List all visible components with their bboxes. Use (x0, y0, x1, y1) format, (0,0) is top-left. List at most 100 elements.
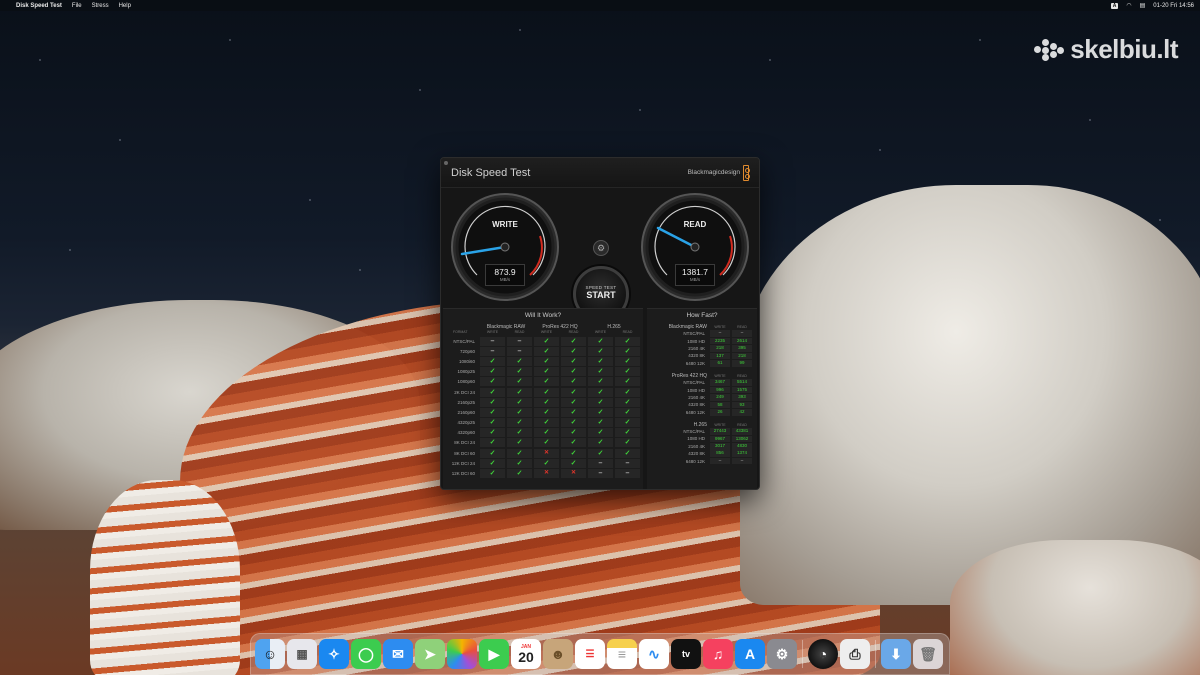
input-source-icon[interactable]: A (1110, 2, 1119, 9)
calendar-day: 20 (518, 649, 534, 665)
finder-icon[interactable]: ☺ (255, 639, 285, 669)
calendar-icon[interactable]: JAN 20 (511, 639, 541, 669)
how-fast-row: 2160 4K 249 393 (647, 394, 757, 401)
read-fps: 5514 (732, 379, 752, 386)
tv-icon[interactable]: tv (671, 639, 701, 669)
how-fast-row: NTSC/PAL 27443 43381 (647, 428, 757, 435)
wifi-icon[interactable]: ◠ (1126, 2, 1131, 9)
subheader-read: READ (622, 330, 633, 334)
read-fps: 13062 (732, 435, 752, 443)
read-fps: 2614 (732, 337, 752, 345)
mail-icon[interactable]: ✉ (383, 639, 413, 669)
check-icon: ✓ (615, 387, 640, 397)
system-settings-icon[interactable]: ⚙ (767, 639, 797, 669)
disk-speed-test-icon[interactable]: ◔ (808, 639, 838, 669)
subheader-write: WRITE (540, 330, 553, 334)
preview-icon[interactable]: ⎙ (840, 639, 870, 669)
how-fast-row: 1080 HD 9967 13062 (647, 435, 757, 443)
check-icon: ✓ (561, 336, 586, 346)
photos-icon[interactable] (447, 639, 477, 669)
will-it-work-row: 1080p60 ✓ ✓ ✓ ✓ ✓ ✓ (443, 377, 643, 387)
check-icon: ✓ (480, 407, 505, 417)
read-fps: 218 (732, 352, 752, 360)
app-store-icon[interactable]: A (735, 639, 765, 669)
how-fast-panel: How Fast? Blackmagic RAW WRITE READ NTSC/PA… (647, 308, 757, 489)
how-fast-row: 4320 8K 137 218 (647, 352, 757, 360)
menu-stress[interactable]: Stress (92, 3, 109, 9)
window-control[interactable] (444, 161, 448, 165)
will-it-work-row: 8K DCI 60 ✓ ✓ ✕ ✓ ✓ ✓ (443, 448, 643, 458)
check-icon: ✓ (615, 448, 640, 458)
rock-hoodoo (90, 480, 240, 675)
menu-bar: Disk Speed Test File Stress Help A ◠ ▤ 0… (0, 0, 1200, 11)
gauges-area: WRITE 873.9 MB/s ⚙ SPEED TEST START READ (441, 188, 759, 322)
check-icon: ✓ (561, 418, 586, 428)
menu-file[interactable]: File (72, 3, 82, 9)
subheader-write: WRITE (594, 330, 607, 334)
column-write: WRITE (714, 373, 726, 378)
check-icon: ✓ (507, 367, 532, 377)
dash-cell: – (615, 469, 640, 479)
write-fps: 3467 (710, 379, 730, 386)
read-fps: 393 (732, 394, 752, 401)
freeform-icon[interactable]: ∿ (639, 639, 669, 669)
trash-icon[interactable]: 🗑 (913, 639, 943, 669)
start-button-line2: START (586, 290, 616, 300)
how-fast-row: 2160 4K 3017 4830 (647, 443, 757, 450)
read-fps: 395 (732, 345, 752, 352)
how-fast-row: 4320 8K 856 1374 (647, 450, 757, 458)
disk-speed-test-window: Disk Speed Test Blackmagicdesign WRITE 8… (440, 157, 760, 490)
check-icon: ✓ (561, 367, 586, 377)
how-fast-group-header: Blackmagic RAW WRITE READ (647, 324, 757, 330)
dash-cell: – (480, 346, 505, 356)
check-icon: ✓ (588, 407, 613, 417)
downloads-icon[interactable]: ⬇ (881, 639, 911, 669)
check-icon: ✓ (588, 377, 613, 387)
read-fps: 4830 (732, 443, 752, 450)
safari-icon[interactable]: ✧ (319, 639, 349, 669)
contacts-icon[interactable]: ☻ (543, 639, 573, 669)
check-icon: ✓ (480, 377, 505, 387)
control-center-icon[interactable]: ▤ (1140, 2, 1146, 9)
subheader-read: READ (514, 330, 525, 334)
check-icon: ✓ (588, 418, 613, 428)
write-fps: 218 (710, 345, 730, 352)
menu-app-name[interactable]: Disk Speed Test (16, 3, 62, 9)
check-icon: ✓ (615, 418, 640, 428)
check-icon: ✓ (480, 397, 505, 407)
check-icon: ✓ (588, 356, 613, 366)
music-icon[interactable]: ♫ (703, 639, 733, 669)
menubar-clock[interactable]: 01-20 Fri 14:56 (1153, 3, 1194, 9)
how-fast-row: 1080 HD 2235 2614 (647, 337, 757, 345)
read-fps: 99 (732, 359, 752, 367)
launchpad-icon[interactable]: ▦ (287, 639, 317, 669)
check-icon: ✓ (561, 387, 586, 397)
how-fast-row: 6480 12K 61 99 (647, 359, 757, 367)
will-it-work-row: 12K DCI 24 ✓ ✓ ✓ ✓ – – (443, 458, 643, 468)
check-icon: ✓ (507, 407, 532, 417)
menu-help[interactable]: Help (119, 3, 131, 9)
format-label: 4320p60 (457, 430, 475, 436)
format-label: 1080i60 (458, 358, 475, 364)
messages-icon[interactable]: ◯ (351, 639, 381, 669)
facetime-icon[interactable]: ▶ (479, 639, 509, 669)
settings-gear-icon[interactable]: ⚙ (593, 240, 609, 256)
check-icon: ✓ (480, 458, 505, 468)
format-label: 2160p60 (457, 409, 475, 415)
column-read: READ (737, 373, 747, 378)
cross-icon: ✕ (561, 469, 586, 479)
check-icon: ✓ (534, 428, 559, 438)
format-label: NTSC/PAL (683, 429, 705, 435)
check-icon: ✓ (588, 448, 613, 458)
check-icon: ✓ (615, 377, 640, 387)
will-it-work-row: 12K DCI 60 ✓ ✓ ✕ ✕ – – (443, 468, 643, 479)
maps-icon[interactable]: ➤ (415, 639, 445, 669)
subheader-read: READ (568, 330, 579, 334)
dock: ☺ ▦ ✧ ◯ ✉ ➤ ▶ JAN 20 ☻ ☰ ≡ ∿ tv ♫ A ⚙ ◔ … (250, 633, 950, 675)
format-label: 2K DCI 24 (454, 389, 475, 395)
reminders-icon[interactable]: ☰ (575, 639, 605, 669)
notes-icon[interactable]: ≡ (607, 639, 637, 669)
read-unit: MB/s (689, 277, 701, 282)
check-icon: ✓ (588, 367, 613, 377)
write-readout: 873.9 MB/s (485, 264, 525, 286)
